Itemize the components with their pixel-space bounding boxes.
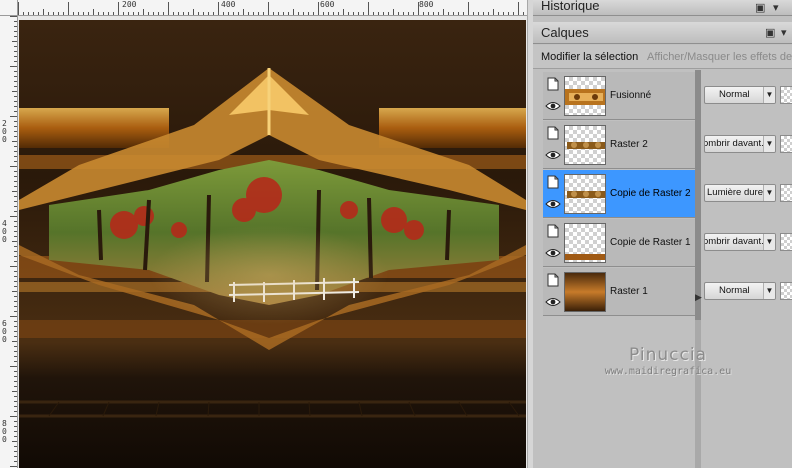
calques-title: Calques	[541, 25, 589, 40]
canvas-area[interactable]: 200 400 600 800 2 0 0 4 0 0 6 0 0 8 0 0	[0, 0, 527, 468]
historique-title: Historique	[541, 0, 600, 13]
blend-mode-value: Normal	[719, 285, 750, 296]
layer-row-copie-raster-1[interactable]: Copie de Raster 1	[543, 219, 695, 267]
blend-mode-select[interactable]: ombrir davant. ▼	[704, 135, 776, 153]
historique-panel-header[interactable]: Historique ▣ ▾	[533, 0, 792, 16]
chevron-down-icon[interactable]: ▼	[763, 234, 775, 250]
layer-row-raster-2[interactable]: Raster 2	[543, 121, 695, 169]
layer-list: Fusionné Raster 2 Copie de Raster 2 Copi…	[543, 72, 695, 316]
chevron-down-icon[interactable]: ▼	[763, 185, 775, 201]
eye-icon[interactable]	[545, 296, 561, 308]
chevron-down-icon[interactable]: ▼	[763, 283, 775, 299]
layer-doc-icon[interactable]	[546, 273, 560, 287]
chevron-down-icon[interactable]: ▼	[763, 136, 775, 152]
layer-row-fusionne[interactable]: Fusionné	[543, 72, 695, 120]
layer-prop-row: Normal ▼	[701, 72, 792, 120]
opacity-control[interactable]	[780, 233, 792, 251]
opacity-control[interactable]	[780, 184, 792, 202]
blend-mode-select[interactable]: Normal ▼	[704, 282, 776, 300]
ruler-left-label: 6 0 0	[2, 319, 7, 344]
ruler-left-label: 8 0 0	[2, 419, 7, 444]
layer-doc-icon[interactable]	[546, 224, 560, 238]
ruler-top-label: 600	[320, 0, 335, 9]
layer-name[interactable]: Raster 2	[610, 139, 648, 150]
blend-mode-select[interactable]: Lumière dure ▼	[704, 184, 776, 202]
opacity-control[interactable]	[780, 86, 792, 104]
layer-row-raster-1[interactable]: Raster 1	[543, 268, 695, 316]
layer-name[interactable]: Copie de Raster 1	[610, 237, 691, 248]
layer-name[interactable]: Copie de Raster 2	[610, 188, 691, 199]
watermark: Pinuccia www.maidiregrafica.eu	[573, 345, 763, 377]
eye-icon[interactable]	[545, 149, 561, 161]
layer-prop-row: ombrir davant. ▼	[701, 121, 792, 169]
layer-thumbnail	[564, 125, 606, 165]
autumn-artwork	[19, 20, 526, 468]
layer-doc-icon[interactable]	[546, 175, 560, 189]
layer-doc-icon[interactable]	[546, 126, 560, 140]
layer-prop-row: Normal ▼	[701, 268, 792, 316]
ruler-top[interactable]: 200 400 600 800	[18, 0, 527, 16]
layer-thumbnail	[564, 76, 606, 116]
opacity-control[interactable]	[780, 282, 792, 300]
ruler-top-label: 400	[221, 0, 236, 9]
ruler-top-label: 200	[122, 0, 137, 9]
blend-mode-value: ombrir davant.	[704, 236, 764, 247]
layer-prop-row: Lumière dure ▼	[701, 170, 792, 218]
pin-icon[interactable]: ▣	[755, 1, 765, 14]
modify-selection-button[interactable]: Modifier la sélection	[541, 51, 638, 63]
side-panels: Historique ▣ ▾ Calques ▣ ▾ Modifier la s…	[533, 0, 792, 468]
canvas-image[interactable]	[19, 20, 526, 468]
ruler-corner	[0, 0, 18, 16]
ruler-left-label: 2 0 0	[2, 119, 7, 144]
app-window: 200 400 600 800 2 0 0 4 0 0 6 0 0 8 0 0	[0, 0, 792, 468]
blend-mode-select[interactable]: ombrir davant. ▼	[704, 233, 776, 251]
watermark-name: Pinuccia	[629, 345, 707, 365]
chevron-down-icon[interactable]: ▾	[781, 26, 787, 39]
watermark-url: www.maidiregrafica.eu	[604, 366, 732, 377]
layer-thumbnail	[564, 223, 606, 263]
blend-mode-value: Lumière dure	[707, 187, 763, 198]
blend-mode-value: ombrir davant.	[704, 138, 764, 149]
ruler-left-label: 4 0 0	[2, 219, 7, 244]
layer-thumbnail	[564, 174, 606, 214]
layer-row-copie-raster-2[interactable]: Copie de Raster 2	[543, 170, 695, 218]
blend-mode-value: Normal	[719, 89, 750, 100]
calques-panel-header[interactable]: Calques ▣ ▾	[533, 22, 792, 44]
chevron-down-icon[interactable]: ▼	[763, 87, 775, 103]
chevron-down-icon[interactable]: ▾	[773, 1, 779, 14]
layer-name[interactable]: Fusionné	[610, 90, 651, 101]
toggle-effects-button[interactable]: Afficher/Masquer les effets de	[647, 51, 792, 63]
ruler-left[interactable]: 2 0 0 4 0 0 6 0 0 8 0 0	[0, 16, 18, 468]
ruler-top-ticks	[18, 2, 524, 15]
eye-icon[interactable]	[545, 100, 561, 112]
layer-doc-icon[interactable]	[546, 77, 560, 91]
layer-thumbnail	[564, 272, 606, 312]
layer-properties: Normal ▼ ombrir davant. ▼ Lumière dure ▼	[701, 70, 792, 320]
eye-icon[interactable]	[545, 247, 561, 259]
blend-mode-select[interactable]: Normal ▼	[704, 86, 776, 104]
opacity-control[interactable]	[780, 135, 792, 153]
layers-toolbar: Modifier la sélection Afficher/Masquer l…	[533, 45, 792, 69]
layer-prop-row: ombrir davant. ▼	[701, 219, 792, 267]
eye-icon[interactable]	[545, 198, 561, 210]
ruler-top-label: 800	[419, 0, 434, 9]
layer-name[interactable]: Raster 1	[610, 286, 648, 297]
pin-icon[interactable]: ▣	[765, 26, 775, 39]
